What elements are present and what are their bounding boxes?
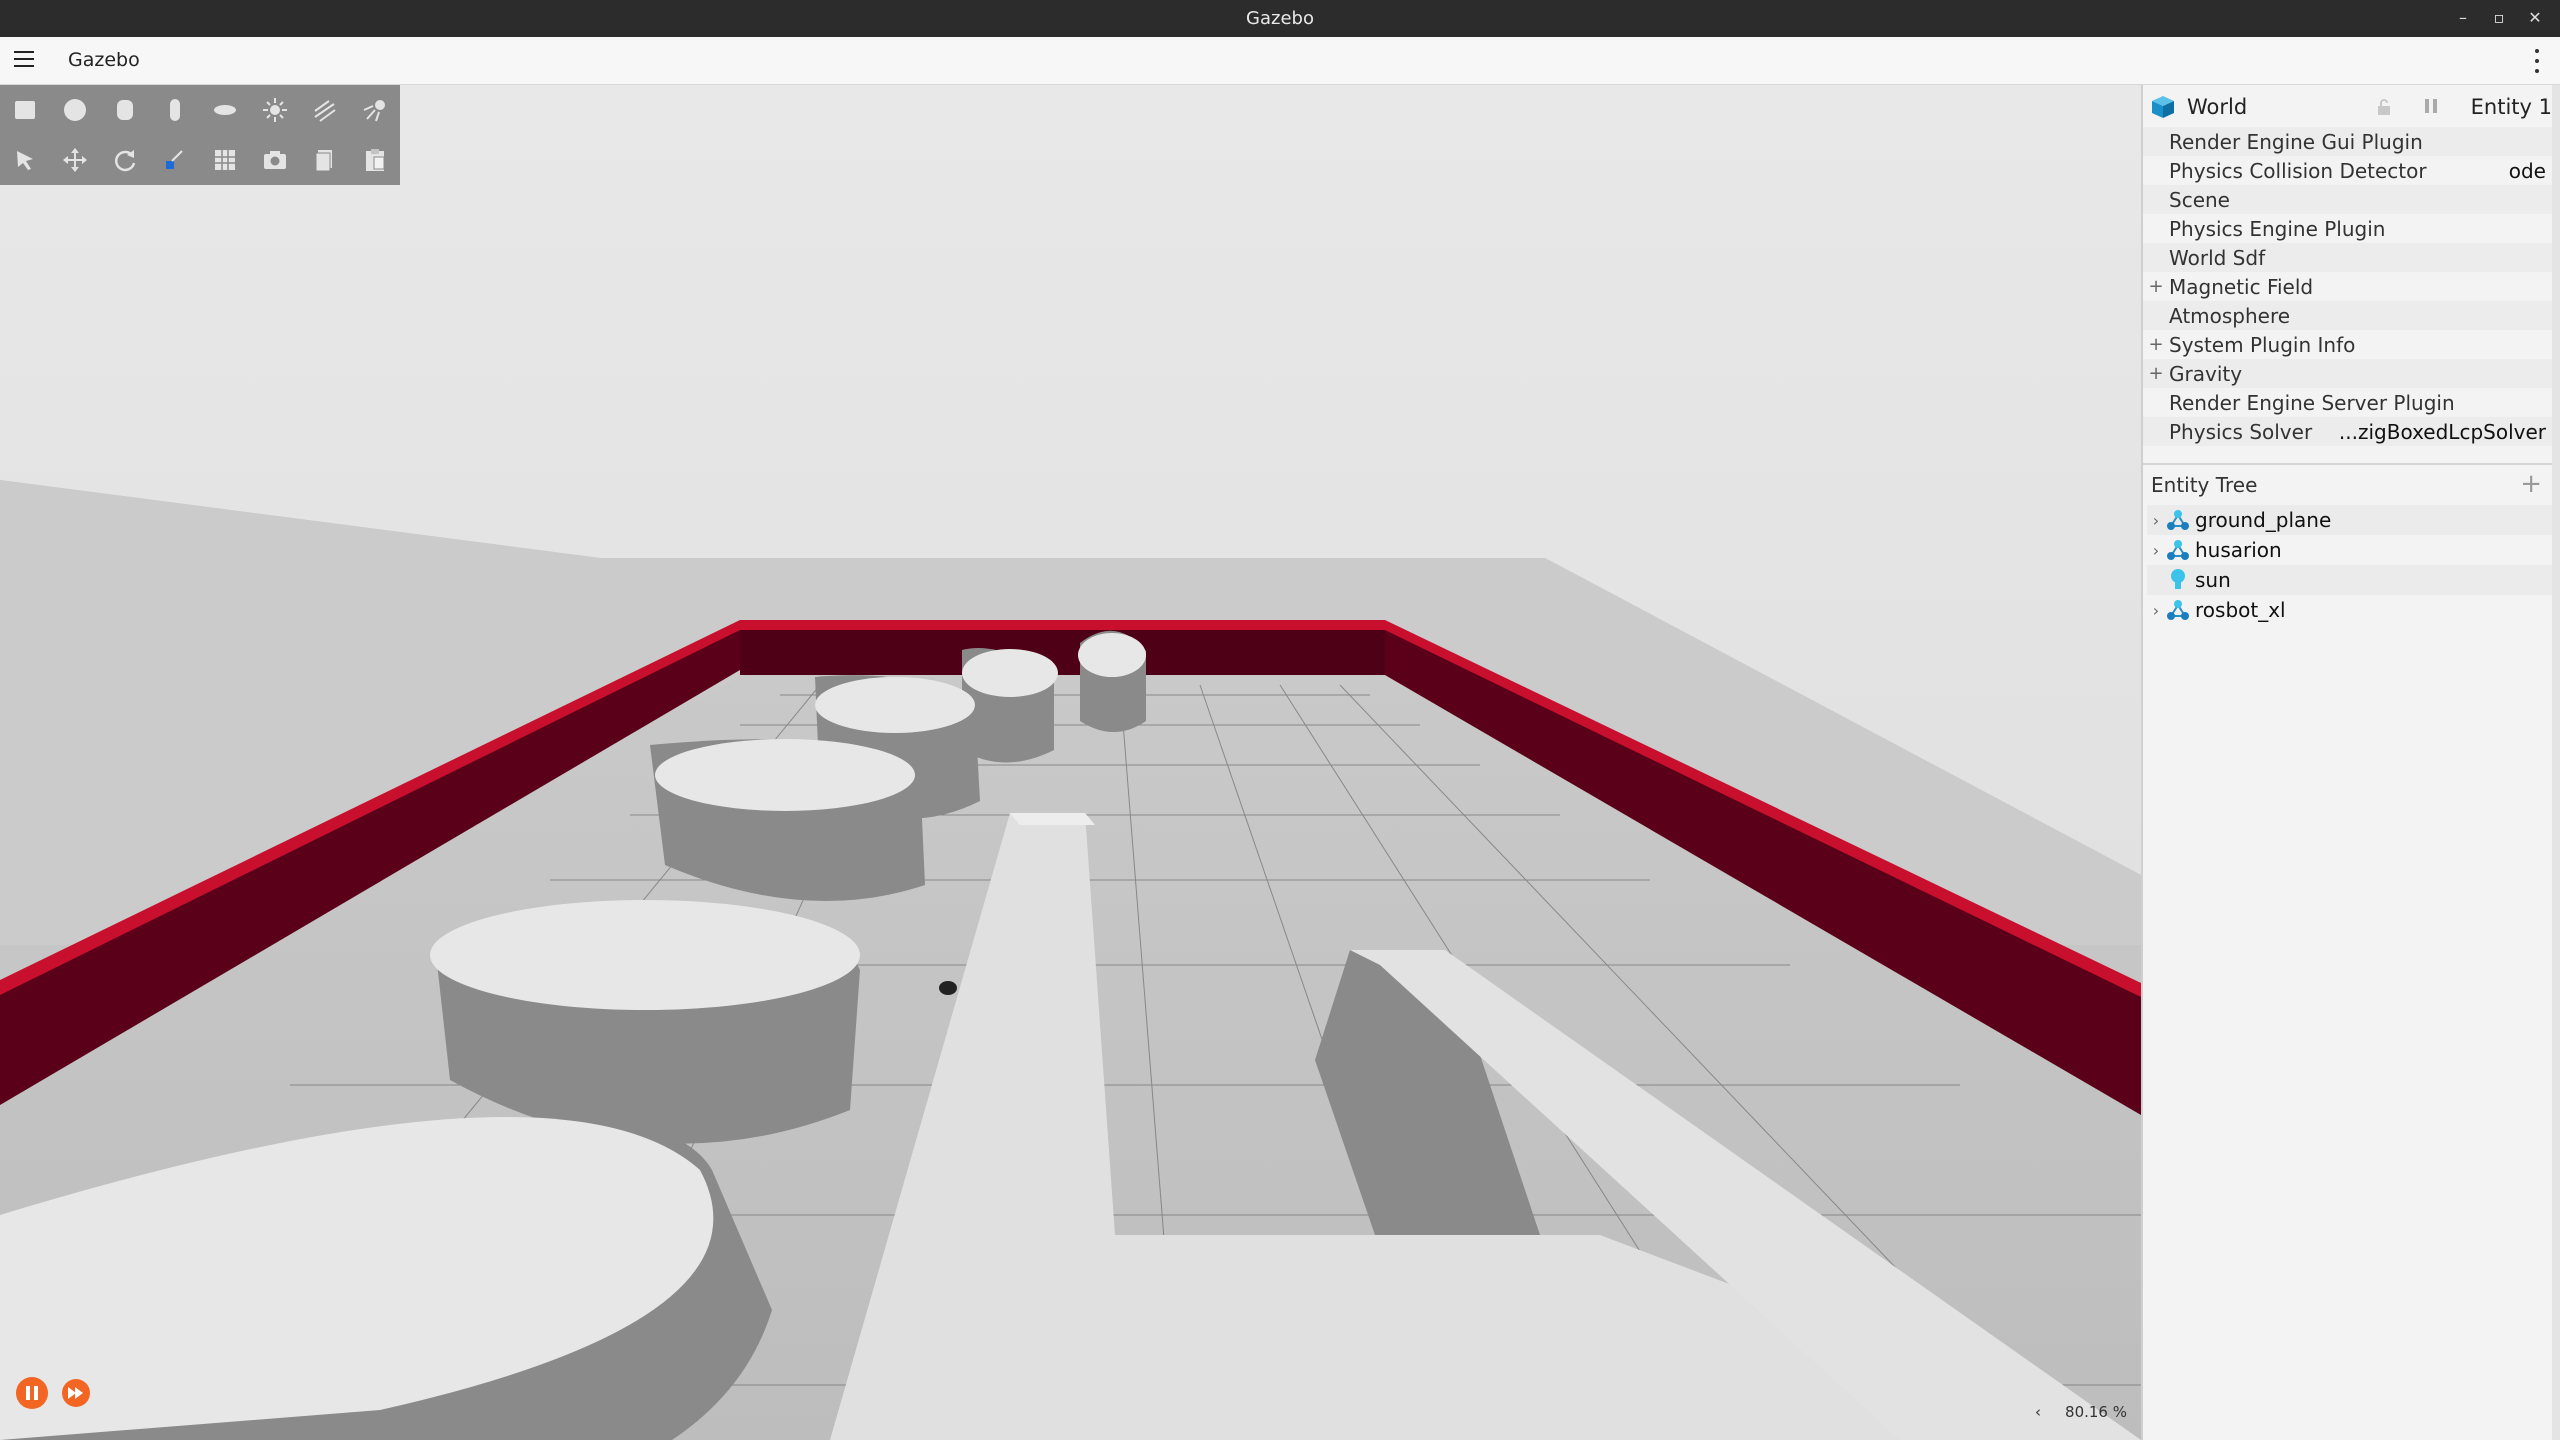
point-light-icon[interactable] <box>250 85 300 135</box>
world-cube-icon <box>2152 96 2174 118</box>
more-options-icon[interactable] <box>2534 49 2540 73</box>
expand-icon[interactable]: + <box>2143 276 2169 297</box>
component-row[interactable]: + Magnetic Field <box>2143 272 2554 301</box>
component-label: Magnetic Field <box>2169 274 2314 299</box>
component-label: System Plugin Info <box>2169 332 2356 357</box>
expand-arrow-icon[interactable]: › <box>2147 601 2165 620</box>
rotate-icon[interactable] <box>100 135 150 185</box>
component-row[interactable]: + Gravity <box>2143 359 2554 388</box>
step-button[interactable] <box>62 1379 90 1407</box>
app-name: Gazebo <box>68 49 140 71</box>
model-icon <box>2165 597 2191 623</box>
entity-id-label: Entity 1 <box>2470 95 2552 119</box>
scene-3d-viewport[interactable] <box>0 85 2141 1440</box>
component-row[interactable]: Physics Collision Detector ode <box>2143 156 2554 185</box>
maximize-button[interactable]: ▫ <box>2488 6 2510 30</box>
component-label: Atmosphere <box>2169 303 2291 328</box>
menu-icon[interactable] <box>14 51 34 71</box>
component-label: Physics Engine Plugin <box>2169 216 2386 241</box>
entity-tree-item[interactable]: › ground_plane <box>2147 505 2553 535</box>
inspector-pause-icon[interactable] <box>2425 99 2437 113</box>
capsule-icon[interactable] <box>150 85 200 135</box>
component-label: Physics Collision Detector <box>2169 158 2427 183</box>
entity-tree-item[interactable]: sun <box>2147 565 2553 595</box>
shapes-toolbar <box>0 85 400 185</box>
model-icon <box>2165 537 2191 563</box>
box-icon[interactable] <box>0 85 50 135</box>
component-row[interactable]: Atmosphere <box>2143 301 2554 330</box>
entity-tree-item[interactable]: › husarion <box>2147 535 2553 565</box>
entity-name-label: rosbot_xl <box>2195 598 2286 622</box>
component-row[interactable]: Scene <box>2143 185 2554 214</box>
directional-light-icon[interactable] <box>300 85 350 135</box>
component-label: World Sdf <box>2169 245 2266 270</box>
component-row[interactable]: World Sdf <box>2143 243 2554 272</box>
model-icon <box>2165 507 2191 533</box>
spot-light-icon[interactable] <box>350 85 400 135</box>
expand-arrow-icon[interactable]: › <box>2147 511 2165 530</box>
window-title: Gazebo <box>1246 8 1314 29</box>
expand-arrow-icon[interactable]: › <box>2147 541 2165 560</box>
entity-tree-title: Entity Tree <box>2151 473 2258 497</box>
close-button[interactable]: ✕ <box>2524 6 2546 30</box>
entity-name-label: ground_plane <box>2195 508 2332 532</box>
light-bulb-icon <box>2165 567 2191 593</box>
select-cursor-icon[interactable] <box>0 135 50 185</box>
component-row[interactable]: Physics Solver ...zigBoxedLcpSolver <box>2143 417 2554 446</box>
window-titlebar: Gazebo – ▫ ✕ <box>0 0 2560 37</box>
panel-scrollbar[interactable] <box>2552 85 2560 1440</box>
app-menubar: Gazebo <box>0 37 2560 85</box>
stats-collapse-icon[interactable]: ‹ <box>2035 1403 2041 1421</box>
component-row[interactable]: Render Engine Gui Plugin <box>2143 127 2554 156</box>
rtf-value: 80.16 % <box>2065 1403 2127 1421</box>
pause-button[interactable] <box>16 1377 48 1409</box>
component-label: Render Engine Server Plugin <box>2169 390 2455 415</box>
real-time-factor: ‹ 80.16 % <box>2035 1403 2127 1421</box>
component-row[interactable]: + System Plugin Info <box>2143 330 2554 359</box>
component-inspector-header: World Entity 1 <box>2143 85 2560 125</box>
expand-icon[interactable]: + <box>2143 334 2169 355</box>
component-label: Physics Solver <box>2169 419 2313 444</box>
cylinder-icon[interactable] <box>100 85 150 135</box>
minimize-button[interactable]: – <box>2452 6 2474 30</box>
entity-name: World <box>2187 95 2248 119</box>
entity-name-label: husarion <box>2195 538 2282 562</box>
add-entity-icon[interactable]: + <box>2520 469 2542 499</box>
entity-tree-header: Entity Tree + <box>2143 463 2560 501</box>
component-row[interactable]: Physics Engine Plugin <box>2143 214 2554 243</box>
grid-icon[interactable] <box>200 135 250 185</box>
right-panel: World Entity 1 Render Engine Gui Plugin P… <box>2141 85 2560 1440</box>
component-label: Scene <box>2169 187 2230 212</box>
paste-icon[interactable] <box>350 135 400 185</box>
entity-name-label: sun <box>2195 568 2231 592</box>
entity-tree-list: › ground_plane › husarion sun › rosbot_xl <box>2147 505 2553 625</box>
sphere-icon[interactable] <box>50 85 100 135</box>
snap-icon[interactable] <box>150 135 200 185</box>
entity-tree-item[interactable]: › rosbot_xl <box>2147 595 2553 625</box>
component-label: Render Engine Gui Plugin <box>2169 129 2423 154</box>
component-label: Gravity <box>2169 361 2243 386</box>
component-value: ...zigBoxedLcpSolver <box>2338 419 2546 444</box>
camera-icon[interactable] <box>250 135 300 185</box>
lock-icon[interactable] <box>2375 98 2393 116</box>
copy-icon[interactable] <box>300 135 350 185</box>
ellipsoid-icon[interactable] <box>200 85 250 135</box>
component-value: ode <box>2508 158 2546 183</box>
component-row[interactable]: Render Engine Server Plugin <box>2143 388 2554 417</box>
expand-icon[interactable]: + <box>2143 363 2169 384</box>
translate-icon[interactable] <box>50 135 100 185</box>
